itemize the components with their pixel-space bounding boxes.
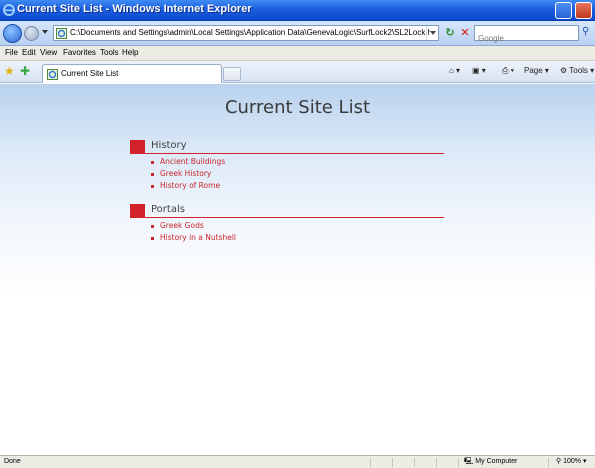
zoom-level: 100% (563, 458, 581, 465)
print-icon[interactable]: ⎙ ▾ (502, 66, 514, 76)
section-divider (145, 217, 444, 218)
menu-help[interactable]: Help (122, 48, 138, 57)
tab-bar: ★ ✚ Current Site List ⌂ ▾ ▣ ▾ ⎙ ▾ Page ▾… (0, 61, 595, 83)
section-history: History Ancient Buildings Greek History … (130, 140, 444, 196)
add-favorites-icon[interactable]: ✚ (20, 65, 30, 78)
status-divider (458, 458, 459, 467)
status-divider (414, 458, 415, 467)
link-history-of-rome[interactable]: History of Rome (160, 181, 220, 190)
section-title: History (151, 140, 187, 151)
section-title: Portals (151, 204, 185, 215)
section-marker (130, 204, 145, 218)
home-icon[interactable]: ⌂ ▾ (449, 66, 460, 75)
ie-page-icon (47, 69, 58, 80)
list-item: Ancient Buildings (148, 156, 225, 168)
forward-button[interactable] (24, 26, 39, 41)
window-title: Current Site List - Windows Internet Exp… (17, 3, 252, 15)
section-portals: Portals Greek Gods History in a Nutshell (130, 204, 444, 248)
favorites-star-icon[interactable]: ★ (4, 65, 15, 78)
search-field[interactable] (474, 25, 579, 46)
new-tab-button[interactable] (223, 67, 241, 81)
list-item: History in a Nutshell (148, 232, 236, 244)
link-greek-history[interactable]: Greek History (160, 169, 211, 178)
security-zone-label: My Computer (475, 458, 518, 465)
status-divider (370, 458, 371, 467)
menu-bar: File Edit View Favorites Tools Help (0, 46, 595, 61)
stop-icon[interactable]: ✕ (458, 26, 472, 40)
status-text: Done (4, 458, 21, 465)
status-bar: Done 🖳 My Computer ⚲ 100% ▾ (0, 455, 595, 468)
tab-current-site-list[interactable]: Current Site List (42, 64, 222, 83)
link-list: Ancient Buildings Greek History History … (148, 156, 225, 192)
ie-logo-icon (3, 4, 15, 16)
recent-pages-dropdown[interactable] (42, 30, 48, 34)
page-menu-button[interactable]: Page ▾ (524, 66, 549, 75)
menu-tools[interactable]: Tools (100, 48, 119, 57)
back-button[interactable] (3, 24, 22, 43)
menu-favorites[interactable]: Favorites (63, 48, 96, 57)
page-title: Current Site List (224, 97, 371, 118)
menu-edit[interactable]: Edit (22, 48, 36, 57)
list-item: Greek Gods (148, 220, 236, 232)
link-list: Greek Gods History in a Nutshell (148, 220, 236, 244)
list-item: Greek History (148, 168, 225, 180)
link-ancient-buildings[interactable]: Ancient Buildings (160, 157, 225, 166)
address-field[interactable]: C:\Documents and Settings\admin\Local Se… (53, 25, 439, 41)
page-content: Current Site List History Ancient Buildi… (0, 84, 595, 455)
zoom-control[interactable]: ⚲ 100% ▾ (556, 457, 586, 465)
tools-menu-button[interactable]: ⚙ Tools ▾ (560, 66, 594, 75)
menu-file[interactable]: File (5, 48, 18, 57)
list-item: History of Rome (148, 180, 225, 192)
title-bar: Current Site List - Windows Internet Exp… (0, 0, 595, 21)
link-greek-gods[interactable]: Greek Gods (160, 221, 204, 230)
status-divider (548, 458, 549, 467)
security-zone: 🖳 My Computer (464, 457, 517, 468)
tab-label: Current Site List (61, 69, 119, 78)
refresh-icon[interactable]: ↻ (442, 26, 458, 40)
minimize-button[interactable] (555, 2, 572, 19)
section-marker (130, 140, 145, 154)
menu-view[interactable]: View (40, 48, 57, 57)
link-history-in-a-nutshell[interactable]: History in a Nutshell (160, 233, 236, 242)
address-dropdown[interactable] (426, 26, 438, 40)
tools-menu-label: Tools (569, 66, 588, 75)
section-divider (145, 153, 444, 154)
address-url: C:\Documents and Settings\admin\Local Se… (70, 28, 430, 37)
search-icon[interactable]: ⚲ (582, 26, 594, 40)
status-divider (392, 458, 393, 467)
search-input[interactable] (475, 31, 578, 46)
page-menu-label: Page (524, 66, 543, 75)
zoom-icon: ⚲ (556, 458, 562, 465)
ie-page-icon (56, 28, 67, 39)
close-button[interactable] (575, 2, 592, 19)
status-divider (436, 458, 437, 467)
computer-icon: 🖳 (464, 458, 474, 465)
address-bar: C:\Documents and Settings\admin\Local Se… (0, 21, 595, 46)
feeds-icon[interactable]: ▣ ▾ (472, 66, 486, 75)
